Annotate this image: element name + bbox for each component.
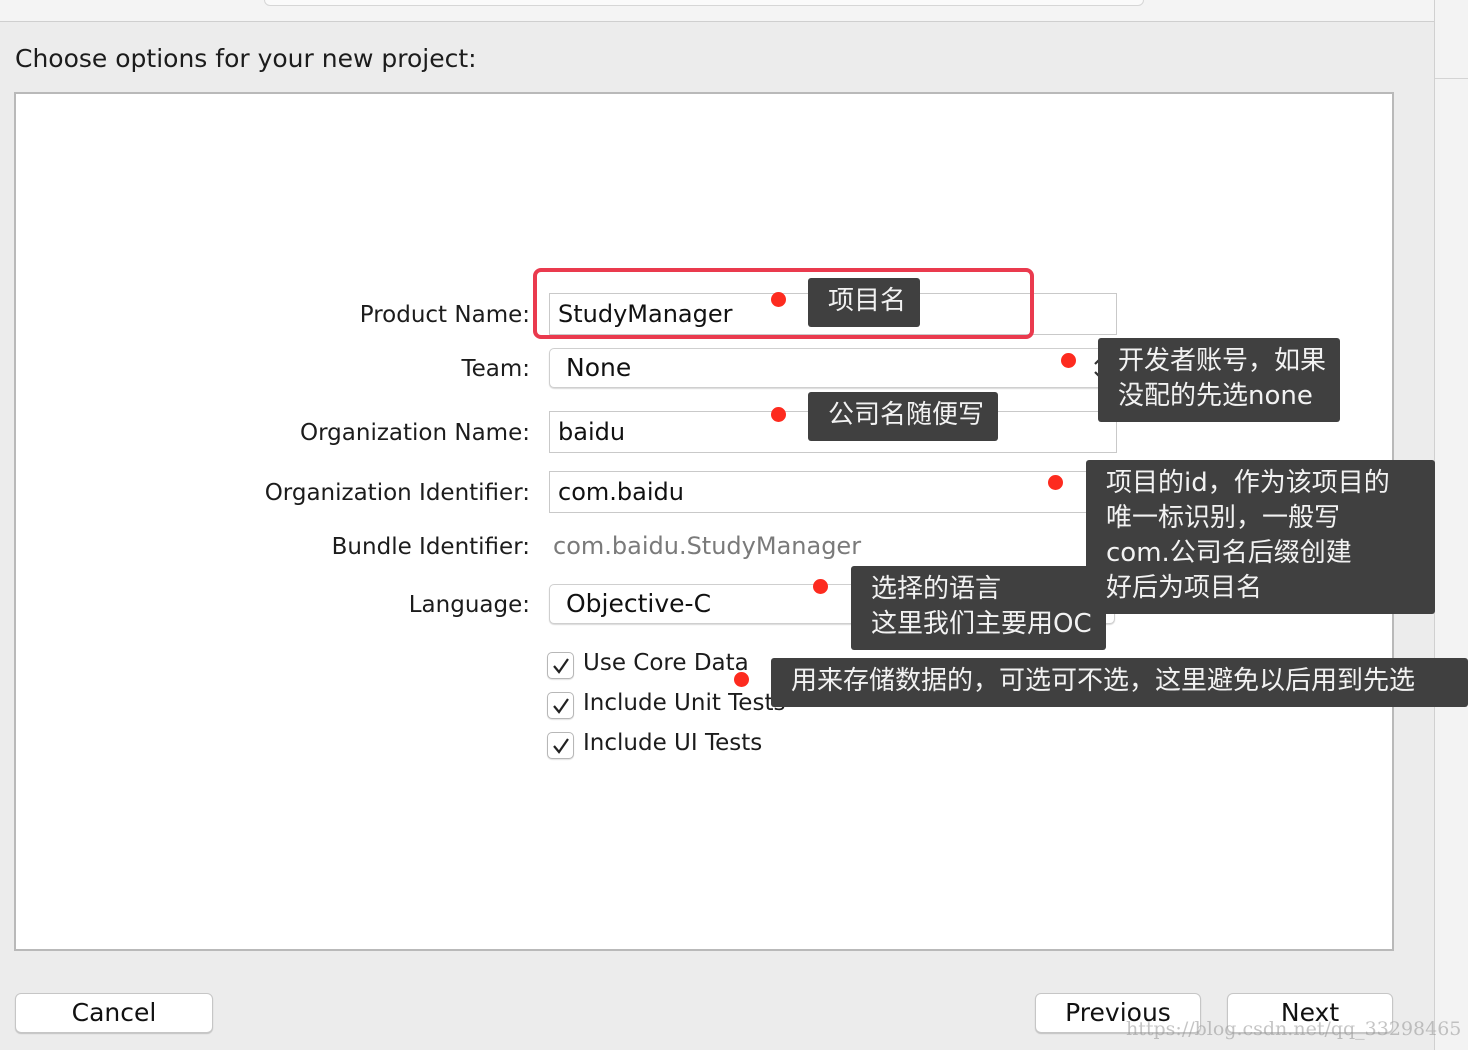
product-name-label: Product Name: (359, 302, 530, 328)
annotation-dot (1048, 475, 1063, 490)
window-toolbar (0, 0, 1436, 22)
watermark: https://blog.csdn.net/qq_33298465 (1126, 1018, 1462, 1040)
language-popup-value: Objective-C (566, 589, 712, 618)
checkbox-label: Include Unit Tests (583, 690, 786, 716)
divider (1435, 78, 1468, 79)
checkmark-icon (553, 738, 569, 754)
toolbar-activity-bar (264, 0, 1144, 6)
annotation-core-data: 用来存储数据的，可选可不选，这里避免以后用到先选 (771, 658, 1468, 707)
annotation-dot (734, 672, 749, 687)
team-popup[interactable]: None (549, 348, 1115, 388)
checkbox-box[interactable] (547, 732, 574, 759)
annotation-organization-name: 公司名随便写 (808, 392, 999, 441)
annotation-product-name: 项目名 (808, 278, 921, 327)
organization-name-label: Organization Name: (300, 420, 530, 446)
checkbox-label: Include UI Tests (583, 730, 763, 756)
bundle-identifier-value: com.baidu.StudyManager (553, 532, 862, 560)
annotation-dot (813, 579, 828, 594)
checkmark-icon (553, 698, 569, 714)
annotation-language: 选择的语言 这里我们主要用OC (851, 566, 1106, 650)
annotation-organization-identifier: 项目的id，作为该项目的 唯一标识别，一般写 com.公司名后缀创建 好后为项目… (1086, 460, 1435, 614)
annotation-dot (771, 407, 786, 422)
page-title: Choose options for your new project: (15, 44, 477, 73)
checkbox-label: Use Core Data (583, 650, 749, 676)
organization-identifier-label: Organization Identifier: (264, 480, 530, 506)
checkmark-icon (553, 658, 569, 674)
bundle-identifier-label: Bundle Identifier: (331, 534, 530, 560)
organization-identifier-field[interactable]: com.baidu (549, 471, 1117, 513)
team-label: Team: (461, 356, 530, 382)
checkbox-box[interactable] (547, 652, 574, 679)
window-right-edge (1434, 0, 1468, 1050)
language-label: Language: (408, 592, 530, 618)
cancel-button[interactable]: Cancel (15, 993, 213, 1033)
annotation-dot (771, 292, 786, 307)
annotation-team: 开发者账号，如果 没配的先选none (1098, 338, 1341, 422)
team-popup-value: None (566, 353, 632, 382)
annotation-dot (1061, 353, 1076, 368)
checkbox-box[interactable] (547, 692, 574, 719)
